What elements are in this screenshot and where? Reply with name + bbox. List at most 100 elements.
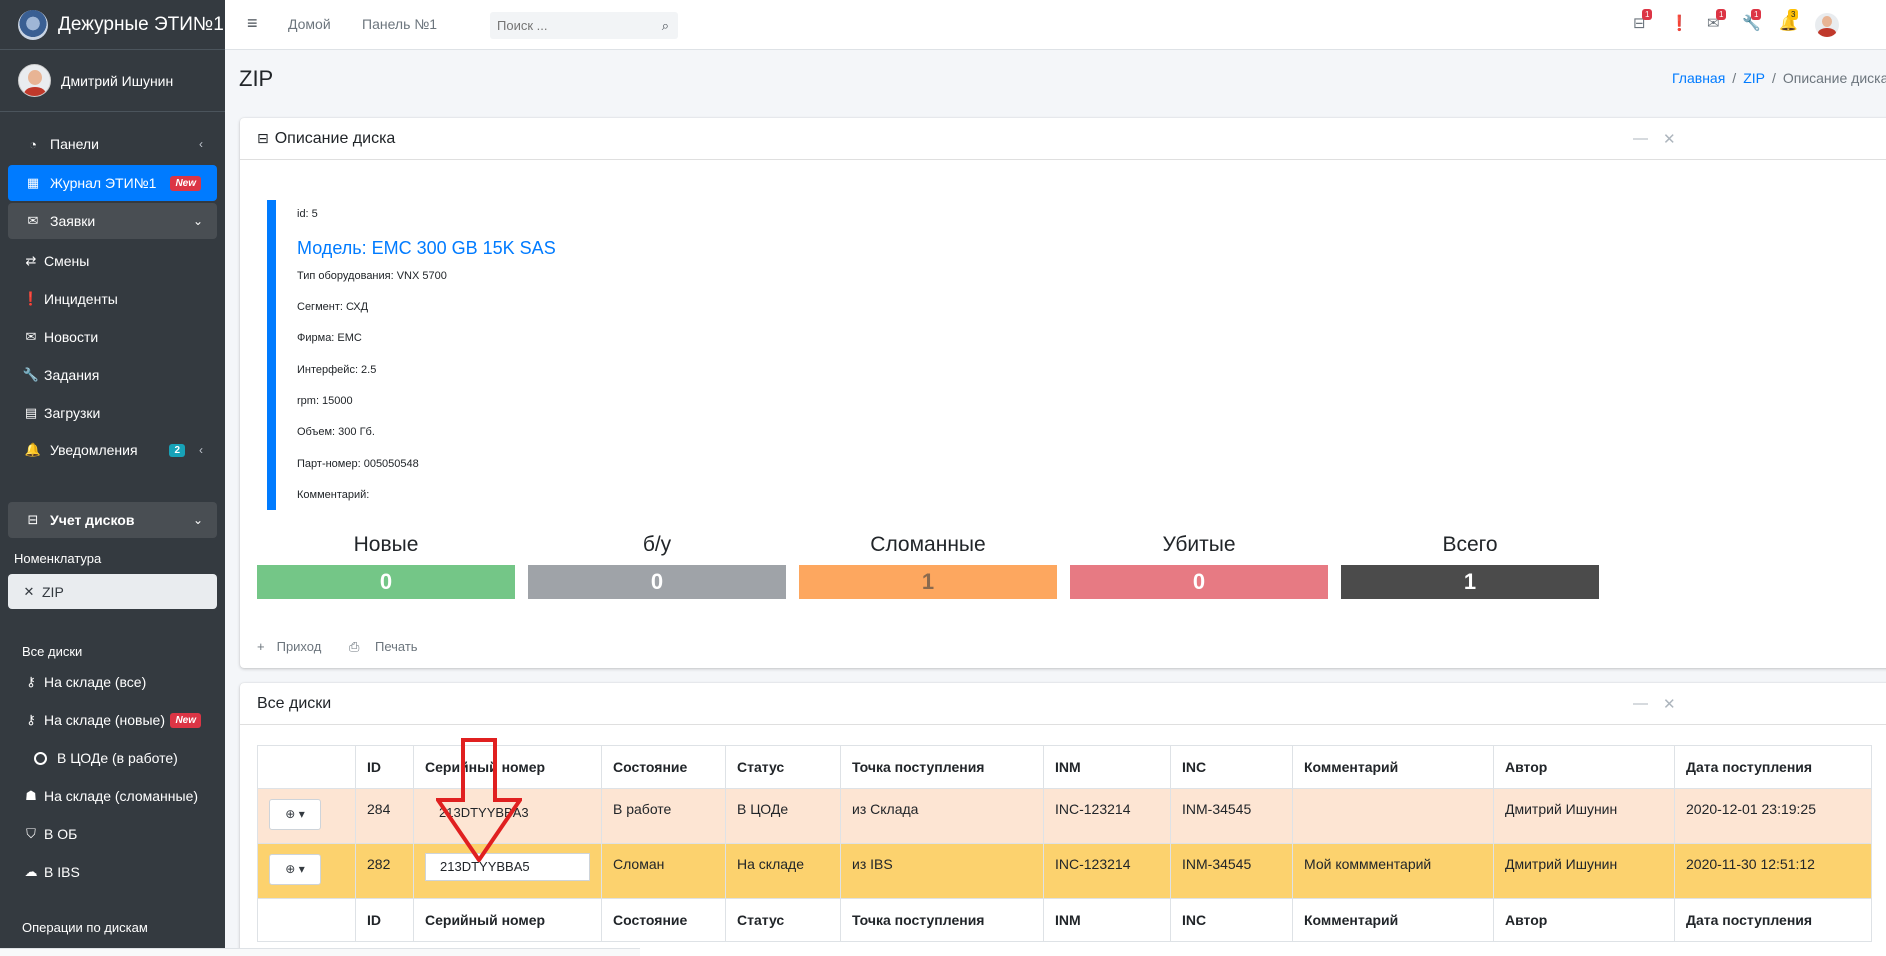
envelope-open-icon: ✉ [25,329,37,344]
info-circle-icon[interactable]: ❗ [1670,14,1689,32]
count-badge: 1 [1751,9,1762,20]
sidebar-item-disk-accounting[interactable]: ⊟ Учет дисков ⌄ [8,502,217,538]
download-icon: ⊕ [285,807,296,821]
column-header[interactable]: INM [1043,745,1171,789]
disk-id: id: 5 [297,208,318,220]
wrench-icon[interactable]: 🔧 1 [1742,9,1762,32]
grid-icon: ▦ [26,175,40,190]
cell-state: Сломан [601,843,726,899]
sidebar-item-requests[interactable]: ✉ Заявки ⌄ [8,203,217,239]
caret-down-icon: ▾ [298,862,305,876]
file-icon: ▤ [24,405,38,420]
sidebar-item-stock-all[interactable]: ⚷ На складе (все) [8,667,217,697]
plus-icon: + [257,639,265,654]
collapse-icon[interactable]: — [1633,130,1648,147]
column-header[interactable]: Комментарий [1292,745,1494,789]
user-name[interactable]: Дмитрий Ишунин [61,73,173,89]
sidebar-item-tasks[interactable]: 🔧 Задания [8,360,217,390]
sidebar-item-journal[interactable]: ▦ Журнал ЭТИ№1 New [8,165,217,201]
top-navbar: ≡ Домой Панель №1 ⌕ ⊟1 ❗ ✉1 🔧1 🔔3 [225,0,1886,50]
stat-label-used: б/у [642,533,672,556]
cell-date: 2020-11-30 12:51:12 [1674,843,1872,899]
nav-panel-link[interactable]: Панель №1 [362,16,437,32]
dashboard-icon: ◔ [29,136,37,152]
column-header[interactable]: Состояние [601,745,726,789]
column-header[interactable]: Статус [725,745,841,789]
income-button[interactable]: + Приход [257,639,333,654]
user-avatar[interactable] [1815,13,1839,37]
chevron-down-icon: ⌄ [192,214,203,228]
table-footer-row: ID Серийный номер Состояние Статус Точка… [257,898,1872,942]
close-icon[interactable]: ✕ [1663,130,1676,148]
column-header[interactable]: ID [355,745,414,789]
close-icon[interactable]: ✕ [1663,695,1676,713]
disk-segment: Сегмент: СХД [297,301,369,313]
shield-icon: ⛉ [26,826,36,841]
sidebar-item-downloads[interactable]: ▤ Загрузки [8,398,217,428]
key-icon: ⚷ [26,712,36,727]
wrench-icon: 🔧 [22,367,40,382]
collapse-icon[interactable]: — [1633,695,1648,712]
sidebar-item-incidents[interactable]: ❗ Инциденты [8,284,217,314]
bell-icon[interactable]: 🔔 3 [1779,9,1799,32]
column-footer: Точка поступления [840,898,1044,942]
cell-source: из Склада [840,788,1044,844]
compress-icon: ✕ [23,583,35,599]
cell-date: 2020-12-01 23:19:25 [1674,788,1872,844]
sidebar-item-dc-working[interactable]: В ЦОДе (в работе) [8,743,217,773]
hdd-icon[interactable]: ⊟ 1 [1633,9,1653,32]
hamburger-menu-icon[interactable]: ≡ [247,13,258,34]
sidebar-item-panels[interactable]: ◔ Панели ‹ [8,126,217,162]
breadcrumb-home[interactable]: Главная [1672,70,1725,86]
cell-id: 284 [355,788,414,844]
column-footer: Автор [1493,898,1675,942]
avatar [18,64,51,97]
card-header: ⊟ Описание диска — ✕ [240,118,1886,160]
brand-logo [18,9,48,40]
column-header[interactable]: Дата поступления [1674,745,1872,789]
sidebar-item-stock-broken[interactable]: ☗ На складе (сломанные) [8,781,217,811]
print-icon: ⎙ [348,639,363,654]
nav-home-link[interactable]: Домой [288,16,331,32]
sidebar-item-stock-new[interactable]: ⚷ На складе (новые) New [8,705,217,735]
row-actions-dropdown[interactable]: ⊕ ▾ [269,799,321,830]
column-footer: Статус [725,898,841,942]
column-footer: Комментарий [1292,898,1494,942]
brand[interactable]: Дежурные ЭТИ№1 [0,0,225,50]
breadcrumb: Главная / ZIP / Описание диска [1672,70,1886,86]
disk-comment: Комментарий: [297,489,370,501]
breadcrumb-zip[interactable]: ZIP [1743,70,1765,86]
column-header[interactable]: Точка поступления [840,745,1044,789]
stat-label-new: Новые [353,533,419,556]
row-actions-dropdown[interactable]: ⊕ ▾ [269,854,321,885]
disk-interface: Интерфейс: 2.5 [297,364,377,376]
user-panel[interactable]: Дмитрий Ишунин [0,50,225,112]
stat-label-total: Всего [1442,533,1498,556]
sidebar-item-zip[interactable]: ✕ ZIP [8,574,217,609]
print-button[interactable]: ⎙ Печать [349,639,430,654]
stat-value-new: 0 [257,565,515,599]
stat-label-broken: Сломанные [870,533,986,556]
cell-inm: INC-123214 [1043,788,1171,844]
disk-vendor: Фирма: EMC [297,332,362,344]
sidebar-item-notifications[interactable]: 🔔 Уведомления 2 ‹ [8,432,217,468]
cell-comment: Мой коммментарий [1292,843,1494,899]
count-badge: 2 [169,443,185,457]
envelope-open-icon[interactable]: ✉ 1 [1707,9,1727,32]
sidebar-item-ob[interactable]: ⛉ В ОБ [8,819,217,849]
sidebar-item-news[interactable]: ✉ Новости [8,322,217,352]
chevron-down-icon: ⌄ [192,513,203,527]
sidebar-item-ibs[interactable]: ☁ В IBS [8,857,217,887]
column-header[interactable]: Автор [1493,745,1675,789]
search-icon[interactable]: ⌕ [662,18,669,34]
browser-status-bar [0,948,640,956]
stat-value-total: 1 [1341,565,1599,599]
annotation-arrow [436,738,522,862]
search-input[interactable] [490,12,640,39]
sidebar-item-shifts[interactable]: ⇄ Смены [8,246,217,276]
column-header[interactable]: INC [1170,745,1293,789]
caret-down-icon: ▾ [298,807,305,821]
cell-source: из IBS [840,843,1044,899]
card-header: Все диски — ✕ [240,683,1886,725]
stat-value-dead: 0 [1070,565,1328,599]
